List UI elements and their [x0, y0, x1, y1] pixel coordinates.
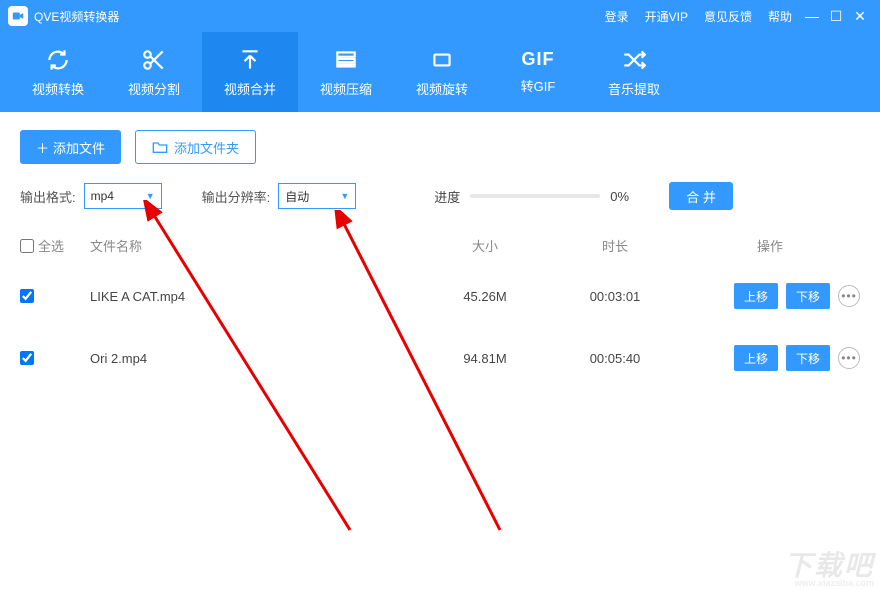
plus-icon: ＋	[36, 138, 49, 157]
more-button[interactable]: •••	[838, 347, 860, 369]
progress-area: 进度 0%	[434, 187, 629, 206]
merge-icon	[237, 47, 263, 73]
add-folder-button[interactable]: 添加文件夹	[135, 130, 256, 164]
rotate-icon	[429, 47, 455, 73]
gif-icon: GIF	[522, 49, 555, 70]
nav-label: 视频转换	[32, 79, 84, 98]
nav-compress[interactable]: 视频压缩	[298, 32, 394, 112]
watermark: 下载吧 www.xiazaiba.com	[784, 544, 874, 588]
col-duration: 时长	[550, 236, 680, 255]
nav-convert[interactable]: 视频转换	[10, 32, 106, 112]
resolution-value: 自动	[285, 188, 309, 205]
progress-percent: 0%	[610, 189, 629, 204]
resolution-label: 输出分辨率:	[202, 187, 271, 206]
format-label: 输出格式:	[20, 187, 76, 206]
file-duration: 00:03:01	[550, 289, 680, 304]
nav-bar: 视频转换 视频分割 视频合并 视频压缩 视频旋转 GIF 转GIF 音乐提取	[0, 32, 880, 112]
row-checkbox[interactable]	[20, 289, 34, 303]
col-filename: 文件名称	[90, 236, 420, 255]
progress-bar	[470, 194, 600, 198]
chevron-down-icon: ▼	[340, 191, 349, 201]
add-file-button[interactable]: ＋ 添加文件	[20, 130, 121, 164]
titlebar: QVE视频转换器 登录 开通VIP 意见反馈 帮助 — ☐ ✕	[0, 0, 880, 32]
nav-split[interactable]: 视频分割	[106, 32, 202, 112]
button-label: 添加文件夹	[174, 138, 239, 157]
table-row: Ori 2.mp494.81M00:05:40 上移下移 •••	[0, 327, 880, 389]
login-link[interactable]: 登录	[605, 8, 629, 25]
nav-rotate[interactable]: 视频旋转	[394, 32, 490, 112]
folder-icon	[152, 140, 168, 154]
close-button[interactable]: ✕	[848, 8, 872, 25]
shuffle-icon	[621, 47, 647, 73]
file-size: 45.26M	[420, 289, 550, 304]
nav-gif[interactable]: GIF 转GIF	[490, 32, 586, 112]
feedback-link[interactable]: 意见反馈	[704, 8, 752, 25]
merge-button[interactable]: 合 并	[669, 182, 733, 210]
app-logo-icon	[8, 6, 28, 26]
button-label: 添加文件	[53, 138, 105, 157]
resolution-select[interactable]: 自动 ▼	[278, 183, 356, 209]
minimize-button[interactable]: —	[800, 8, 824, 24]
table-header: 全选 文件名称 大小 时长 操作	[0, 226, 880, 265]
select-all-checkbox[interactable]	[20, 239, 34, 253]
nav-label: 视频压缩	[320, 79, 372, 98]
move-down-button[interactable]: 下移	[786, 345, 830, 371]
progress-label: 进度	[434, 187, 460, 206]
maximize-button[interactable]: ☐	[824, 8, 848, 25]
toolbar: ＋ 添加文件 添加文件夹	[0, 112, 880, 176]
nav-label: 视频合并	[224, 79, 276, 98]
file-name: LIKE A CAT.mp4	[90, 289, 420, 304]
options-row: 输出格式: mp4 ▼ 输出分辨率: 自动 ▼ 进度 0% 合 并	[0, 176, 880, 226]
more-button[interactable]: •••	[838, 285, 860, 307]
col-ops: 操作	[680, 236, 860, 255]
move-up-button[interactable]: 上移	[734, 283, 778, 309]
select-all-label: 全选	[38, 236, 64, 255]
move-up-button[interactable]: 上移	[734, 345, 778, 371]
cycle-icon	[45, 47, 71, 73]
help-link[interactable]: 帮助	[768, 8, 792, 25]
nav-label: 转GIF	[521, 76, 556, 95]
format-select[interactable]: mp4 ▼	[84, 183, 162, 209]
nav-audio[interactable]: 音乐提取	[586, 32, 682, 112]
file-size: 94.81M	[420, 351, 550, 366]
vip-link[interactable]: 开通VIP	[645, 8, 688, 25]
chevron-down-icon: ▼	[146, 191, 155, 201]
format-value: mp4	[91, 189, 114, 203]
file-name: Ori 2.mp4	[90, 351, 420, 366]
nav-label: 视频旋转	[416, 79, 468, 98]
row-checkbox[interactable]	[20, 351, 34, 365]
nav-label: 音乐提取	[608, 79, 660, 98]
scissors-icon	[141, 47, 167, 73]
nav-label: 视频分割	[128, 79, 180, 98]
table-row: LIKE A CAT.mp445.26M00:03:01 上移下移 •••	[0, 265, 880, 327]
compress-icon	[333, 47, 359, 73]
file-duration: 00:05:40	[550, 351, 680, 366]
col-size: 大小	[420, 236, 550, 255]
move-down-button[interactable]: 下移	[786, 283, 830, 309]
app-title: QVE视频转换器	[34, 8, 119, 25]
nav-merge[interactable]: 视频合并	[202, 32, 298, 112]
